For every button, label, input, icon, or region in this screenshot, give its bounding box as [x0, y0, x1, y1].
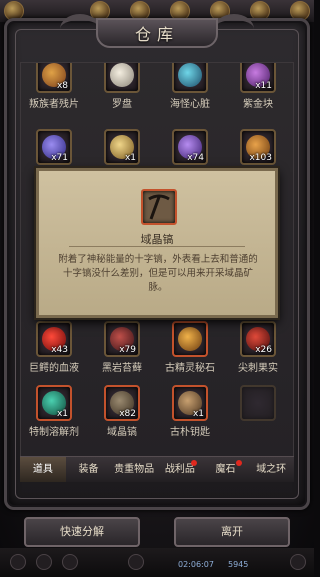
notification-dot: [236, 460, 243, 466]
tab-domain-ring[interactable]: 域之环: [248, 457, 294, 482]
tooltip-item-name: 域晶镐: [140, 233, 174, 246]
currency-count: 5945: [228, 560, 249, 569]
item-slot: x1: [36, 385, 72, 421]
item-slot: x1: [104, 129, 140, 165]
title-plate: 仓库: [96, 18, 218, 48]
item-slot: x26: [240, 321, 276, 357]
item-quantity: x79: [119, 345, 136, 355]
item-name: 巨鳄的血液: [29, 363, 79, 374]
item-slot: x82: [104, 385, 140, 421]
skill-icon[interactable]: [128, 554, 144, 570]
notification-dot: [190, 460, 197, 466]
bottom-bar: 02:06:07 5945: [0, 548, 314, 577]
skill-icon[interactable]: [36, 554, 52, 570]
category-tabs: 道具 装备 贵重物品 战利品 魔石 域之环: [20, 456, 294, 482]
item-slot: [104, 63, 140, 93]
item-quantity: x26: [255, 345, 272, 355]
item-slot: x1: [172, 385, 208, 421]
add-icon[interactable]: [290, 554, 306, 570]
frame-ornament-right: [214, 14, 254, 44]
inventory-item[interactable]: x1: [91, 129, 153, 165]
tab-loot[interactable]: 战利品: [157, 457, 203, 482]
inventory-item[interactable]: x74: [159, 129, 221, 165]
inventory-item[interactable]: 古精灵秘石: [159, 321, 221, 374]
tab-magic-stone[interactable]: 魔石: [203, 457, 249, 482]
heart-icon: [178, 63, 202, 87]
item-name: 黑岩苔藓: [102, 363, 142, 374]
item-quantity: x103: [249, 153, 272, 163]
item-tooltip: 域晶镐 附着了神秘能量的十字镐，外表看上去和普通的十字镐没什么差别，但是可以用来…: [36, 168, 278, 318]
item-slot: x8: [36, 63, 72, 93]
item-quantity: x71: [51, 153, 68, 163]
item-name: 紫金块: [243, 99, 273, 110]
item-name: 特制溶解剂: [29, 427, 79, 438]
item-slot: x43: [36, 321, 72, 357]
inventory-item[interactable]: x71: [23, 129, 85, 165]
item-quantity: x11: [255, 81, 272, 91]
inventory-item[interactable]: x82 域晶镐: [91, 385, 153, 438]
stone-icon: [178, 327, 202, 351]
inventory-item[interactable]: 罗盘: [91, 63, 153, 110]
item-slot: x71: [36, 129, 72, 165]
inventory-item[interactable]: 海怪心脏: [159, 63, 221, 110]
tab-label: 魔石: [215, 464, 236, 475]
item-slot: x79: [104, 321, 140, 357]
item-name: 古精灵秘石: [165, 363, 215, 374]
inventory-item[interactable]: x103: [227, 129, 289, 165]
tab-valuables[interactable]: 贵重物品: [111, 457, 157, 482]
item-name: 域晶镐: [107, 427, 137, 438]
quick-split-button[interactable]: 快速分解: [24, 517, 140, 547]
compass-icon: [110, 63, 134, 87]
tab-equipment[interactable]: 装备: [66, 457, 112, 482]
item-name: 叛族者残片: [29, 99, 79, 110]
tab-items[interactable]: 道具: [20, 457, 66, 482]
item-quantity: x74: [187, 153, 204, 163]
pickaxe-icon: [141, 189, 177, 225]
inventory-item[interactable]: x1 特制溶解剂: [23, 385, 85, 438]
item-name: 尖刺果实: [238, 363, 278, 374]
item-quantity: x1: [124, 153, 136, 163]
inventory-item[interactable]: [227, 385, 289, 421]
item-name: 海怪心脏: [170, 99, 210, 110]
game-screen: 仓库 x8 叛族者残片 罗盘 海怪心脏 x11 紫金块 x71 x1 x74 x…: [0, 0, 314, 577]
page-title: 仓库: [134, 25, 179, 44]
item-quantity: x82: [119, 409, 136, 419]
item-slot: x11: [240, 63, 276, 93]
empty-slot: [240, 385, 276, 421]
item-slot: x103: [240, 129, 276, 165]
item-name: 古朴钥匙: [170, 427, 210, 438]
item-slot: x74: [172, 129, 208, 165]
inventory-item[interactable]: x43 巨鳄的血液: [23, 321, 85, 374]
tooltip-divider: [69, 246, 245, 247]
item-quantity: x43: [51, 345, 68, 355]
inventory-item[interactable]: x8 叛族者残片: [23, 63, 85, 110]
inventory-item[interactable]: x79 黑岩苔藓: [91, 321, 153, 374]
timer-text: 02:06:07: [178, 560, 214, 569]
skill-icon[interactable]: [62, 554, 78, 570]
item-slot: [172, 63, 208, 93]
frame-ornament-left: [60, 14, 100, 44]
item-quantity: x1: [192, 409, 204, 419]
item-quantity: x1: [56, 409, 68, 419]
item-slot: [172, 321, 208, 357]
inventory-item[interactable]: x1 古朴钥匙: [159, 385, 221, 438]
skill-icon[interactable]: [10, 554, 26, 570]
item-quantity: x8: [56, 81, 68, 91]
leave-button[interactable]: 离开: [174, 517, 290, 547]
inventory-item[interactable]: x11 紫金块: [227, 63, 289, 110]
tab-label: 战利品: [164, 464, 195, 475]
tooltip-description: 附着了神秘能量的十字镐，外表看上去和普通的十字镐没什么差别，但是可以用来开采域晶…: [58, 254, 258, 293]
item-name: 罗盘: [112, 99, 132, 110]
inventory-item[interactable]: x26 尖刺果实: [227, 321, 289, 374]
